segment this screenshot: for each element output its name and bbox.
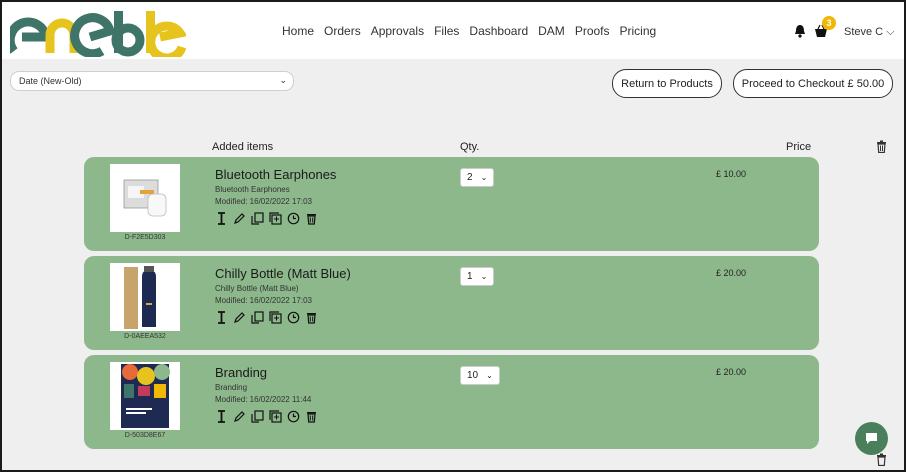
basket-count-badge: 3 (822, 16, 836, 30)
item-modified: Modified: 16/02/2022 17:03 (215, 197, 312, 206)
top-header: Home Orders Approvals Files Dashboard DA… (2, 2, 904, 59)
user-menu[interactable]: Steve C ⌵ (844, 26, 895, 39)
earphones-product-image (123, 179, 167, 217)
duplicate-icon[interactable] (269, 212, 282, 225)
item-name[interactable]: Branding (215, 365, 267, 380)
quantity-select[interactable]: 2 ⌄ (460, 168, 495, 187)
item-modified: Modified: 16/02/2022 17:03 (215, 296, 312, 305)
proceed-to-checkout-button[interactable]: Proceed to Checkout £ 50.00 (733, 69, 893, 98)
cart-item: D-503D8E67 Branding Branding Modified: 1… (84, 355, 819, 449)
item-price: £ 20.00 (716, 268, 747, 278)
copy-icon[interactable] (251, 311, 264, 324)
copy-icon[interactable] (251, 410, 264, 423)
item-modified: Modified: 16/02/2022 11:44 (215, 395, 312, 404)
nav-orders[interactable]: Orders (324, 24, 361, 38)
text-cursor-icon[interactable] (215, 410, 228, 423)
cart-item: D-F2E5D303 Bluetooth Earphones Bluetooth… (84, 157, 819, 251)
sku-code: D-503D8E67 (124, 432, 166, 439)
nav-approvals[interactable]: Approvals (371, 24, 424, 38)
product-thumbnail[interactable] (110, 164, 180, 232)
chevron-down-icon: ⌵ (886, 26, 895, 38)
copy-icon[interactable] (251, 212, 264, 225)
chevron-down-icon: ⌄ (486, 371, 493, 380)
delete-all-trash-icon[interactable] (876, 140, 887, 153)
trash-icon[interactable] (305, 311, 318, 324)
quantity-select[interactable]: 1 ⌄ (460, 267, 495, 286)
sort-value: Date (New-Old) (19, 76, 82, 86)
sku-code: D-0AEEA532 (124, 333, 166, 340)
pencil-icon[interactable] (233, 311, 246, 324)
item-actions (215, 212, 318, 225)
sku-code: D-F2E5D303 (124, 234, 166, 241)
item-price: £ 20.00 (716, 367, 747, 377)
main-nav: Home Orders Approvals Files Dashboard DA… (282, 24, 656, 38)
quantity-value: 2 (467, 172, 473, 183)
chevron-down-icon: ⌄ (279, 75, 287, 85)
quantity-value: 1 (467, 271, 473, 282)
item-subtitle: Branding (215, 383, 248, 392)
pencil-icon[interactable] (233, 212, 246, 225)
chevron-down-icon: ⌄ (480, 173, 488, 182)
quantity-value: 10 (467, 370, 479, 381)
clock-icon[interactable] (287, 410, 300, 423)
nav-home[interactable]: Home (282, 24, 314, 38)
trash-icon[interactable] (305, 410, 318, 423)
nav-dashboard[interactable]: Dashboard (469, 24, 528, 38)
item-subtitle: Chilly Bottle (Matt Blue) (215, 284, 299, 293)
nav-proofs[interactable]: Proofs (575, 24, 610, 38)
sort-select[interactable]: Date (New-Old) ⌄ (10, 71, 294, 91)
item-actions (215, 410, 318, 423)
branding-product-image (121, 364, 170, 428)
product-thumbnail[interactable] (110, 362, 180, 430)
item-name[interactable]: Bluetooth Earphones (215, 167, 336, 182)
product-thumbnail[interactable] (110, 263, 180, 331)
duplicate-icon[interactable] (269, 410, 282, 423)
cart-item: D-0AEEA532 Chilly Bottle (Matt Blue) Chi… (84, 256, 819, 350)
bell-icon[interactable] (794, 24, 806, 38)
nav-dam[interactable]: DAM (538, 24, 565, 38)
item-subtitle: Bluetooth Earphones (215, 185, 290, 194)
trash-icon[interactable] (305, 212, 318, 225)
pencil-icon[interactable] (233, 410, 246, 423)
chat-launcher-button[interactable] (855, 422, 888, 455)
item-name[interactable]: Chilly Bottle (Matt Blue) (215, 266, 351, 281)
enable-logo[interactable] (10, 7, 186, 57)
trash-icon[interactable] (876, 453, 887, 466)
chevron-down-icon: ⌄ (480, 272, 488, 281)
item-actions (215, 311, 318, 324)
duplicate-icon[interactable] (269, 311, 282, 324)
quantity-select[interactable]: 10 ⌄ (460, 366, 500, 385)
text-cursor-icon[interactable] (215, 212, 228, 225)
column-header-qty: Qty. (460, 141, 480, 153)
nav-files[interactable]: Files (434, 24, 459, 38)
nav-pricing[interactable]: Pricing (620, 24, 657, 38)
bottle-product-image (124, 266, 156, 329)
text-cursor-icon[interactable] (215, 311, 228, 324)
clock-icon[interactable] (287, 311, 300, 324)
clock-icon[interactable] (287, 212, 300, 225)
column-header-items: Added items (212, 141, 274, 153)
column-header-price: Price (786, 141, 812, 153)
return-to-products-button[interactable]: Return to Products (612, 69, 722, 98)
chat-bubble-icon (866, 433, 877, 444)
user-name: Steve C (844, 26, 884, 38)
item-price: £ 10.00 (716, 169, 747, 179)
